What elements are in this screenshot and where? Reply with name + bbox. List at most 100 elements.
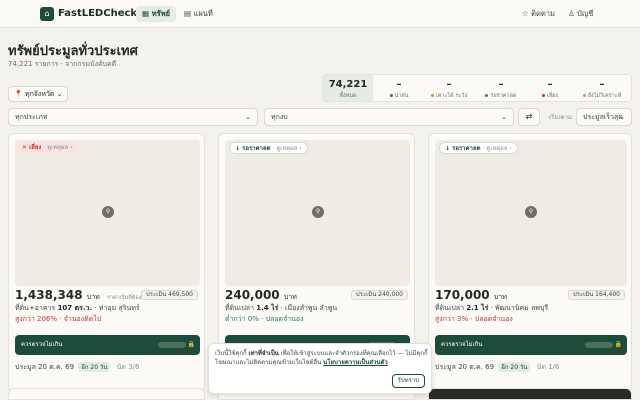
status-badge[interactable]: ↓ รอราคาลด · ดูเหตุผล › [229,142,308,154]
max-bid-label: ควรตรวจไม่เกิน [21,341,63,348]
account-label: บัญชี [577,9,594,18]
top-bar: ⌂ FastLEDChecker ▦ ทรัพย์ ▤ แผนที่ ☆ ติด… [0,0,640,28]
cookie-text-c: เพื่อให้เข้าสู่ระบบและจำตัวกรองที่คุณเลื… [215,350,428,366]
price: 170,000 บาท [435,288,507,303]
stat-value: 74,221 [328,79,368,90]
property-card[interactable]: ↓ รอราคาลด · ดูเหตุผล › ⚲ 170,000 บาท ปร… [428,133,632,393]
status-summary: 74,221 ทั้งหมด – น่าสน – เคาะได้ ระวัง –… [322,74,632,102]
reason-link[interactable]: · ดูเหตุผล › [273,145,302,152]
appraisal-badge: ประเมิน 164,400 [567,290,625,300]
zoom-icon[interactable]: ⚲ [102,206,114,218]
lock-icon: 🔒 [614,341,622,348]
property-image[interactable]: ↓ รอราคาลด · ดูเหตุผล › ⚲ [435,140,627,286]
stat-value: – [498,79,504,90]
cookie-text: เว็บนี้ใช้คุกกี้ เท่าที่จำเป็น เพื่อให้เ… [215,349,431,367]
days-left-badge: อีก 20 วัน [498,362,531,372]
stat-value: – [599,79,605,90]
stat-label-text: รอราคาลด [490,93,517,99]
lock-icon: 🔒 [187,341,195,348]
stat-unanalyzed[interactable]: – ยังไม่วิเคราะห์ [573,75,631,101]
stat-label-text: ยังไม่วิเคราะห์ [587,93,622,99]
status-dot [485,94,489,97]
stat-avoid[interactable]: – เลี่ยง [527,75,573,101]
follow-button[interactable]: ☆ ติดตาม [522,6,555,22]
property-card-next[interactable] [8,388,205,400]
auction-date: ประมูล 20 ต.ค. 69 [435,363,495,371]
chevron-down-icon: ⌄ [619,113,625,121]
property-type: ที่ดินเปล่า [225,304,255,312]
cookie-text-a: เว็บนี้ใช้คุกกี้ [215,350,247,357]
stat-value: – [396,79,402,90]
property-location: · ท่าอุม สุรินทร์ [94,304,140,312]
stat-all[interactable]: 74,221 ทั้งหมด [323,75,373,101]
stat-label-text: น่าสน [394,93,409,99]
privacy-policy-link[interactable]: นโยบายความเป็นส่วนตัว [323,359,388,366]
auction-round: นัด 3/6 [116,363,140,371]
property-card-next[interactable] [428,388,632,400]
property-detail: ที่ดินเปล่า 1.4 ไร่ · เมืองลำพูน ลำพูน [225,303,337,314]
days-left-badge: อีก 20 วัน [78,362,111,372]
property-image[interactable]: ✕ เลี่ยง · ดูเหตุผล › ⚲ [15,140,200,286]
grid-icon: ▦ [142,9,150,18]
price-value: 240,000 [225,288,280,302]
price-diff: ต่ำกว่า 0% · ปลอดจำนอง [225,314,304,325]
price-unit: บาท [283,293,297,301]
reason-link[interactable]: · ดูเหตุผล › [43,144,72,151]
chevron-down-icon: ⌄ [245,113,251,121]
price: 1,438,348 บาท ราคาเริ่มที่ต้องจ่าย [15,288,151,303]
status-badge-label: ↓ รอราคาลด [445,145,481,152]
cookie-accept-button[interactable]: รับทราบ [391,374,425,388]
chevron-down-icon: ⌄ [56,90,63,98]
mortgage-status: · ปลอดจำนอง [470,315,513,323]
appraisal-badge: ประเมิน 469,500 [140,290,198,300]
user-icon: ♙ [568,9,575,18]
nav-map[interactable]: ▤ แผนที่ [178,6,219,22]
property-detail: ที่ดินเปล่า 2.1 ไร่ · พัฒนานิคม ลพบุรี [435,303,548,314]
status-dot [389,94,393,97]
status-badge[interactable]: ↓ รอราคาลด · ดูเหตุผล › [439,142,518,154]
stat-caution[interactable]: – เคาะได้ ระวัง [423,75,475,101]
auction-round: นัด 1/6 [536,363,560,371]
page-subtitle: 74,221 รายการ · จากกรมบังคับคดี [8,60,117,68]
zoom-icon[interactable]: ⚲ [525,206,537,218]
price-value: 1,438,348 [15,288,83,302]
max-bid-bar[interactable]: ควรตรวจไม่เกิน 🔒 [435,335,627,355]
stat-label: น่าสน [375,92,423,100]
zoom-icon[interactable]: ⚲ [312,206,324,218]
budget-select-value: ทุกงบ [271,113,288,121]
type-select[interactable]: ทุกประเภท ⌄ [8,108,258,126]
map-icon: ▤ [184,9,192,18]
max-bid-bar[interactable]: ควรตรวจไม่เกิน 🔒 [15,335,200,355]
property-detail: ที่ดิน+อาคาร 107 ตร.ว. · ท่าอุม สุรินทร์ [15,303,140,314]
page-title: ทรัพย์ประมูลทั่วประเทศ [8,44,138,59]
property-size: 1.4 ไร่ [256,304,279,312]
property-location: · เมืองลำพูน ลำพูน [280,304,338,312]
stat-interesting[interactable]: – น่าสน [375,75,423,101]
stat-value: – [547,79,553,90]
chevron-down-icon: ⌄ [501,113,507,121]
reason-link[interactable]: · ดูเหตุผล › [483,145,512,152]
account-button[interactable]: ♙ บัญชี [568,6,593,22]
status-dot [430,94,434,97]
sort-select[interactable]: ประมูลเร็วสุด ⌄ [576,108,632,126]
status-badge[interactable]: ✕ เลี่ยง · ดูเหตุผล › [17,142,78,154]
brand-name[interactable]: FastLEDChecker [58,8,149,19]
max-bid-label: ควรตรวจไม่เกิน [441,341,483,348]
price-diff: สูงกว่า 206% · จำนองติดไป [15,314,101,325]
stat-label-text: เลี่ยง [546,93,559,99]
auction-date: ประมูล 20 ต.ค. 69 [15,363,75,371]
nav-properties-label: ทรัพย์ [151,9,171,18]
property-card[interactable]: ✕ เลี่ยง · ดูเหตุผล › ⚲ 1,438,348 บาท รา… [8,133,205,393]
stat-label: ยังไม่วิเคราะห์ [573,92,631,100]
property-size: 107 ตร.ว. [57,304,93,312]
nav-properties[interactable]: ▦ ทรัพย์ [136,6,177,22]
property-image[interactable]: ↓ รอราคาลด · ดูเหตุผล › ⚲ [225,140,410,286]
appraisal-badge: ประเมิน 240,000 [350,290,408,300]
province-select[interactable]: 📍 ทุกจังหวัด ⌄ [8,86,68,102]
stat-label: รอราคาลด [475,92,527,100]
home-icon[interactable]: ⌂ [40,7,54,21]
budget-select[interactable]: ทุกงบ ⌄ [264,108,514,126]
swap-sort-button[interactable]: ⇄ [518,108,540,126]
stat-wait-price[interactable]: – รอราคาลด [475,75,527,101]
star-icon: ☆ [522,9,529,18]
